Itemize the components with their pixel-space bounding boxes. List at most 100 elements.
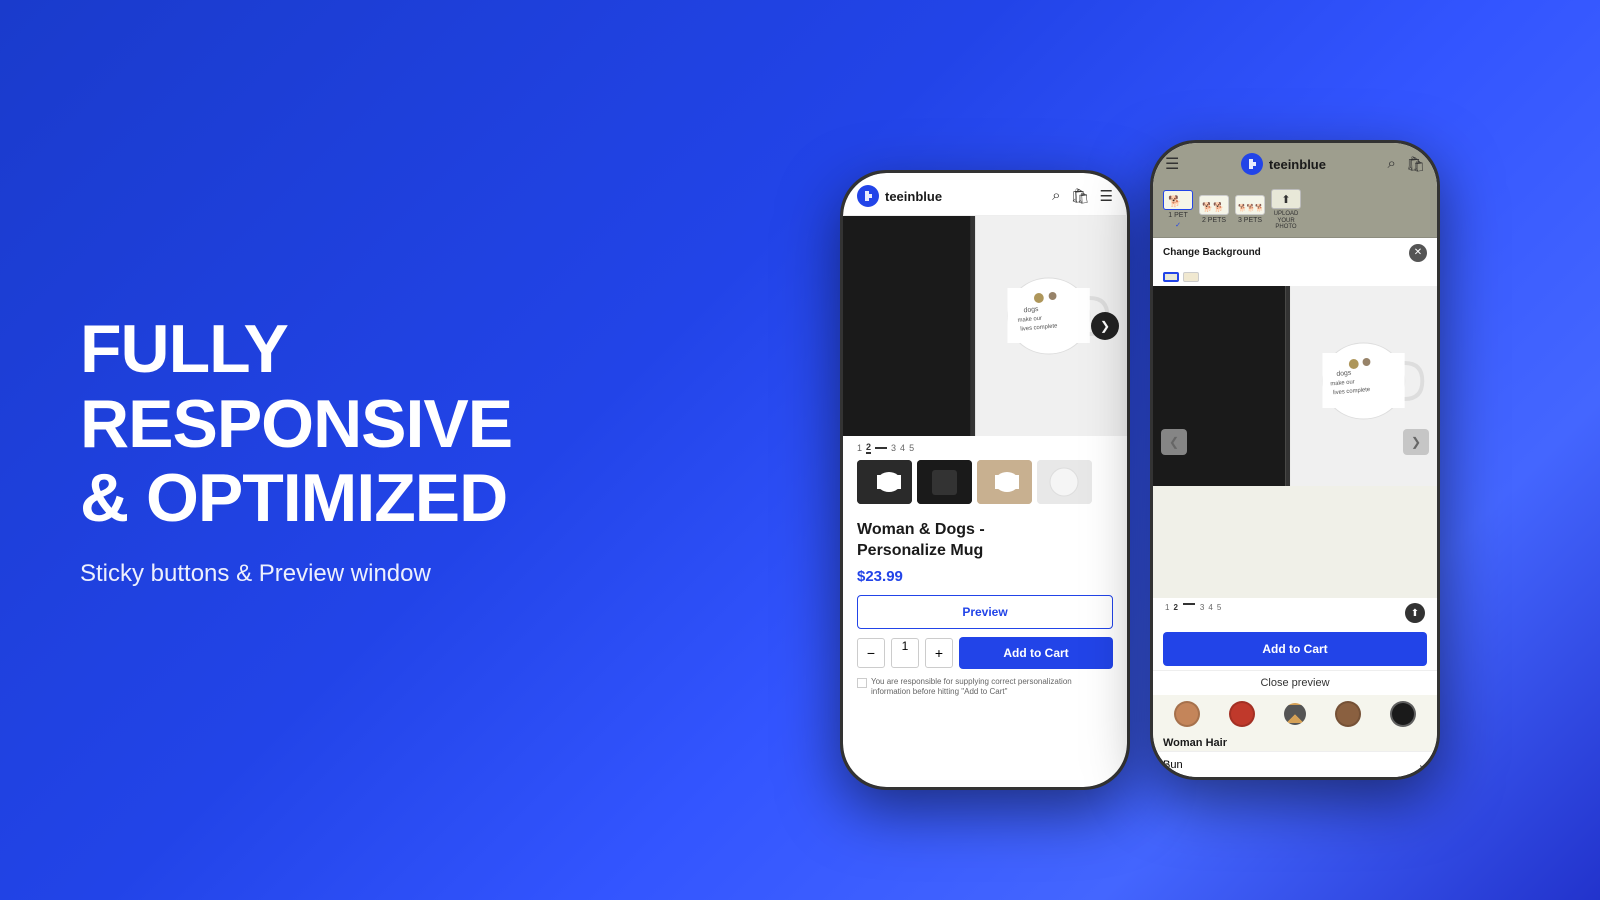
pet-3-label: 3 PETS: [1238, 217, 1262, 224]
product-scene-svg-right: dogs make our lives complete: [1153, 286, 1437, 486]
cart-icon-right[interactable]: 🛍: [1406, 155, 1425, 173]
svg-text:🐕🐕🐕: 🐕🐕🐕: [1238, 203, 1262, 212]
bg-swatch-row: [1153, 268, 1437, 286]
svg-text:🐕: 🐕: [1168, 195, 1182, 208]
thumb-img-2: [917, 460, 972, 504]
search-icon[interactable]: ⌕: [1052, 187, 1060, 205]
menu-icon-right[interactable]: ☰: [1165, 154, 1179, 174]
product-main-image: dogs make our lives complete ❯: [843, 216, 1127, 436]
disclaimer-content: You are responsible for supplying correc…: [871, 677, 1113, 698]
pet-1-icon: 🐕: [1163, 190, 1193, 210]
add-to-cart-btn-right[interactable]: Add to Cart: [1163, 632, 1427, 666]
logo-symbol: [861, 189, 875, 203]
title-line-1: FULLY RESPONSIVE: [80, 311, 512, 462]
dot-2-active: 2: [866, 442, 871, 454]
pet-1-svg: 🐕: [1166, 192, 1190, 208]
upload-label: UPLOADYOURPHOTO: [1274, 211, 1299, 231]
disclaimer-checkbox[interactable]: [857, 678, 867, 688]
close-x-button[interactable]: ✕: [1409, 244, 1427, 262]
pet-3-svg: 🐕🐕🐕: [1238, 197, 1262, 213]
logo-text-right: teeinblue: [1269, 157, 1326, 172]
thumb-4[interactable]: [1037, 460, 1092, 504]
color-option-5[interactable]: [1390, 701, 1416, 727]
upload-icon: ⬆: [1271, 189, 1301, 209]
preview-button[interactable]: Preview: [857, 595, 1113, 629]
close-preview-btn[interactable]: Close preview: [1153, 670, 1437, 695]
upload-arrow-icon: ⬆: [1281, 193, 1290, 206]
product-info-left: Woman & Dogs -Personalize Mug $23.99 Pre…: [843, 512, 1127, 705]
bun-dropdown[interactable]: Bun ⌄: [1153, 751, 1437, 777]
logo-symbol-right: [1245, 157, 1259, 171]
dots-nav-right: 1 2 3 4 5 ⬆: [1153, 598, 1437, 628]
color-option-3[interactable]: [1284, 703, 1306, 725]
teeinblue-logo-right: teeinblue: [1241, 153, 1326, 175]
pet-2-icon: 🐕🐕: [1199, 195, 1229, 215]
next-arrow-right[interactable]: ❯: [1403, 429, 1429, 455]
logo-icon-left: [857, 185, 879, 207]
thumb-2[interactable]: [917, 460, 972, 504]
product-price-left: $23.99: [857, 568, 1113, 585]
customization-area: Woman Hair Bun ⌄: [1153, 695, 1437, 777]
product-scene-svg: dogs make our lives complete: [843, 216, 1127, 436]
phone-right: ☰ teeinblue ⌕ 🛍: [1150, 140, 1440, 780]
bun-value: Bun: [1163, 759, 1183, 771]
svg-text:dogs: dogs: [1336, 369, 1352, 377]
main-heading: FULLY RESPONSIVE & OPTIMIZED: [80, 312, 600, 536]
thumb-img-1: [857, 460, 912, 504]
cart-icon[interactable]: 🛍: [1071, 187, 1090, 205]
qty-input[interactable]: 1: [891, 638, 919, 668]
pet-option-1[interactable]: 🐕 1 PET ✓: [1163, 190, 1193, 229]
color-option-2[interactable]: [1229, 701, 1255, 727]
sticky-bottom-right: 1 2 3 4 5 ⬆ Add to Cart Close preview: [1153, 598, 1437, 695]
prev-arrow-right[interactable]: ❮: [1161, 429, 1187, 455]
product-main-image-right: dogs make our lives complete ❮ ❯: [1153, 286, 1437, 598]
teeinblue-logo-left: teeinblue: [857, 185, 942, 207]
phone-left-screen: teeinblue ⌕ 🛍 ☰: [843, 173, 1127, 787]
r-dot-2: 2: [1173, 603, 1177, 623]
upload-photo-option[interactable]: ⬆ UPLOADYOURPHOTO: [1271, 189, 1301, 231]
dot-4: 4: [900, 443, 905, 453]
phone-right-screen: ☰ teeinblue ⌕ 🛍: [1153, 143, 1437, 777]
logo-text-left: teeinblue: [885, 189, 942, 204]
color-option-1[interactable]: [1174, 701, 1200, 727]
phone-right-header: ☰ teeinblue ⌕ 🛍: [1153, 143, 1437, 183]
r-dot-4: 4: [1208, 603, 1212, 623]
bg-swatch-2[interactable]: [1183, 272, 1199, 282]
pet-option-3[interactable]: 🐕🐕🐕 3 PETS: [1235, 195, 1265, 224]
color-options-row: [1153, 695, 1437, 733]
pet-2-label: 2 PETS: [1202, 217, 1226, 224]
qty-plus-btn[interactable]: +: [925, 638, 953, 668]
r-dot-3: 3: [1200, 603, 1204, 623]
dot-dash: [875, 447, 887, 449]
disclaimer-text: You are responsible for supplying correc…: [857, 677, 1113, 698]
scroll-up-btn[interactable]: ⬆: [1405, 603, 1425, 623]
phone-left-header: teeinblue ⌕ 🛍 ☰: [843, 173, 1127, 216]
r-dot-5: 5: [1217, 603, 1221, 623]
thumb-img-4: [1037, 460, 1092, 504]
mug-scene-left: dogs make our lives complete ❯: [843, 216, 1127, 436]
thumbnail-row: [843, 460, 1127, 512]
thumb-1[interactable]: [857, 460, 912, 504]
next-arrow-left[interactable]: ❯: [1091, 312, 1119, 340]
dot-5: 5: [909, 443, 914, 453]
search-icon-right[interactable]: ⌕: [1388, 155, 1396, 173]
thumb-3[interactable]: [977, 460, 1032, 504]
change-bg-bar: Change Background ✕: [1153, 238, 1437, 268]
phone-left: teeinblue ⌕ 🛍 ☰: [840, 170, 1130, 790]
qty-minus-btn[interactable]: −: [857, 638, 885, 668]
thumb-img-3: [977, 460, 1032, 504]
dropdown-chevron: ⌄: [1418, 758, 1427, 771]
color-option-4[interactable]: [1335, 701, 1361, 727]
pet-option-2[interactable]: 🐕🐕 2 PETS: [1199, 195, 1229, 224]
logo-icon-right: [1241, 153, 1263, 175]
menu-icon[interactable]: ☰: [1100, 187, 1113, 205]
woman-hair-label: Woman Hair: [1153, 733, 1437, 751]
product-title-left: Woman & Dogs -Personalize Mug: [857, 520, 1113, 562]
pet-1-label: 1 PET: [1168, 212, 1187, 219]
add-to-cart-btn-left[interactable]: Add to Cart: [959, 637, 1113, 669]
left-section: FULLY RESPONSIVE & OPTIMIZED Sticky butt…: [0, 312, 680, 588]
change-bg-label: Change Background: [1163, 247, 1261, 258]
r-dot-dash: [1183, 603, 1195, 605]
bg-swatch-1[interactable]: [1163, 272, 1179, 282]
title-line-2: & OPTIMIZED: [80, 460, 507, 536]
